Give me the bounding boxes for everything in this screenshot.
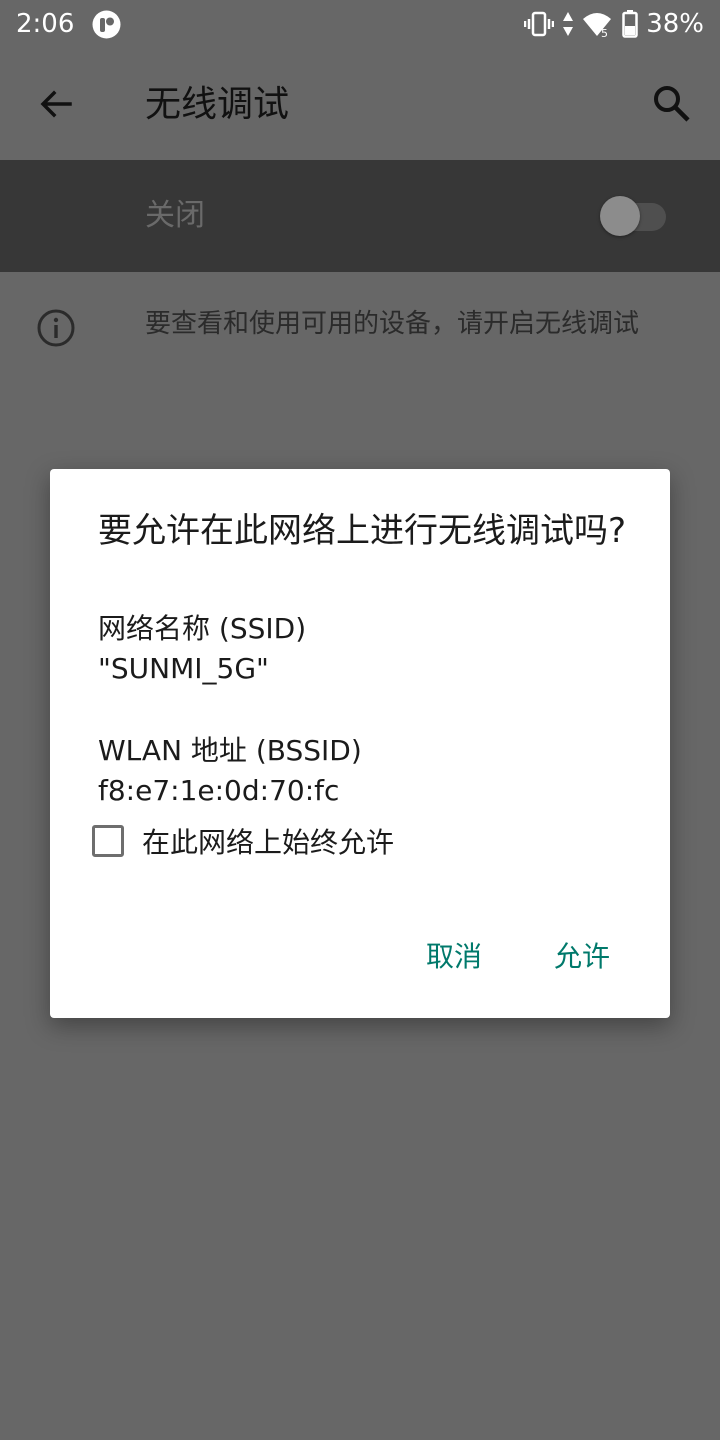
bssid-value: f8:e7:1e:0d:70:fc [98, 774, 340, 807]
always-allow-checkbox[interactable] [92, 825, 124, 857]
wifi-5g-icon: 5 [583, 13, 612, 38]
page-title: 无线调试 [145, 84, 290, 125]
battery-percent: 38% [646, 9, 704, 39]
dialog-title: 要允许在此网络上进行无线调试吗? [98, 511, 627, 551]
vibrate-icon [524, 11, 555, 37]
app-bar: 无线调试 [0, 48, 720, 160]
always-allow-label: 在此网络上始终允许 [142, 826, 395, 859]
wireless-debugging-switch-row[interactable]: 关闭 [0, 160, 720, 272]
arrow-left-icon[interactable] [36, 84, 76, 124]
app-notification-icon [92, 10, 121, 39]
allow-button[interactable]: 允许 [554, 937, 610, 977]
status-time: 2:06 [16, 9, 75, 39]
network-name-value: "SUNMI_5G" [98, 652, 269, 685]
battery-icon [622, 10, 638, 38]
status-icons: 5 38% [524, 8, 704, 40]
network-name-label: 网络名称 (SSID) [98, 612, 307, 645]
cancel-button[interactable]: 取消 [426, 937, 482, 977]
bssid-label: WLAN 地址 (BSSID) [98, 734, 362, 767]
info-icon [37, 309, 75, 347]
search-icon[interactable] [650, 82, 694, 126]
wireless-debugging-dialog: 要允许在此网络上进行无线调试吗? 网络名称 (SSID) "SUNMI_5G" … [50, 469, 670, 1018]
info-row: 要查看和使用可用的设备，请开启无线调试 [0, 272, 720, 382]
info-text: 要查看和使用可用的设备，请开启无线调试 [145, 309, 640, 339]
switch-label: 关闭 [145, 198, 205, 233]
switch-thumb[interactable] [600, 196, 640, 236]
status-bar: 2:06 5 38% [0, 0, 720, 48]
data-arrows-icon [563, 12, 574, 36]
always-allow-row[interactable]: 在此网络上始终允许 [90, 821, 610, 865]
svg-text:5: 5 [601, 27, 608, 38]
